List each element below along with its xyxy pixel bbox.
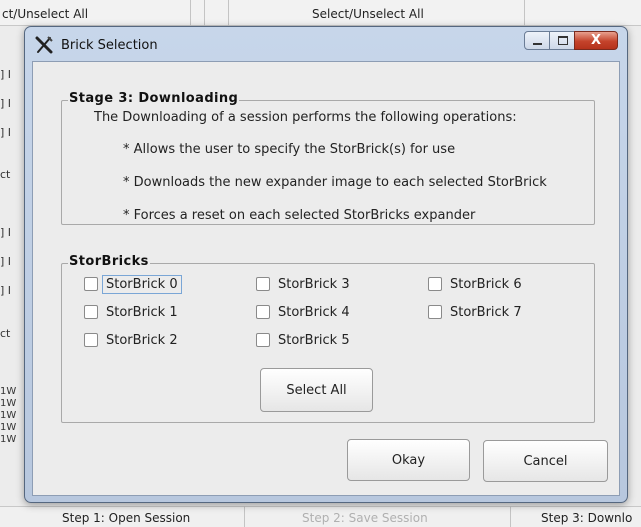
background-side-item: ] I — [0, 226, 12, 239]
storbrick-5-checkbox[interactable]: StorBrick 5 — [256, 331, 350, 349]
storbrick-4-label[interactable]: StorBrick 4 — [278, 305, 350, 320]
background-side-item: ct — [0, 168, 11, 181]
brick-selection-dialog: Brick Selection X Stage 3: Downloading T… — [24, 26, 628, 503]
storbrick-6-label[interactable]: StorBrick 6 — [450, 277, 522, 292]
background-select-unselect-left[interactable]: ct/Unselect All — [2, 7, 88, 21]
background-side-item: ct — [0, 327, 11, 340]
background-side-item: 1W — [0, 398, 17, 409]
storbrick-3-checkbox[interactable]: StorBrick 3 — [256, 275, 350, 293]
storbrick-2-checkbox[interactable]: StorBrick 2 — [84, 331, 178, 349]
checkbox-box[interactable] — [84, 305, 98, 319]
stage-bullet: * Allows the user to specify the StorBri… — [123, 142, 456, 157]
background-step-1[interactable]: Step 1: Open Session — [62, 511, 190, 525]
storbrick-0-label[interactable]: StorBrick 0 — [102, 274, 182, 294]
dialog-content: Stage 3: Downloading The Downloading of … — [32, 61, 620, 496]
background-side-item: 1W — [0, 422, 17, 433]
background-side-item: 1W — [0, 434, 17, 445]
background-select-unselect-center[interactable]: Select/Unselect All — [312, 7, 424, 21]
background-step-3[interactable]: Step 3: Downlo — [541, 511, 632, 525]
checkbox-box[interactable] — [256, 305, 270, 319]
stage-bullet: * Downloads the new expander image to ea… — [123, 175, 547, 190]
storbrick-6-checkbox[interactable]: StorBrick 6 — [428, 275, 522, 293]
checkbox-box[interactable] — [428, 277, 442, 291]
storbrick-2-label[interactable]: StorBrick 2 — [106, 333, 178, 348]
background-step-2: Step 2: Save Session — [302, 511, 428, 525]
background-divider — [510, 506, 511, 527]
close-icon: X — [590, 33, 602, 48]
storbrick-4-checkbox[interactable]: StorBrick 4 — [256, 303, 350, 321]
minimize-icon — [533, 43, 542, 45]
x-tool-icon — [35, 36, 53, 54]
background-divider — [524, 0, 525, 26]
cancel-button[interactable]: Cancel — [483, 440, 608, 482]
storbrick-0-checkbox[interactable]: StorBrick 0 — [84, 274, 182, 294]
background-divider — [228, 0, 229, 26]
background-side-item: ] I — [0, 97, 12, 110]
checkbox-box[interactable] — [256, 277, 270, 291]
window-controls: X — [524, 31, 618, 51]
stage-description: The Downloading of a session performs th… — [94, 110, 517, 125]
storbrick-3-label[interactable]: StorBrick 3 — [278, 277, 350, 292]
storbrick-1-checkbox[interactable]: StorBrick 1 — [84, 303, 178, 321]
checkbox-box[interactable] — [428, 305, 442, 319]
background-divider — [204, 0, 205, 26]
storbrick-7-checkbox[interactable]: StorBrick 7 — [428, 303, 522, 321]
minimize-button[interactable] — [524, 31, 550, 50]
select-all-button[interactable]: Select All — [260, 368, 373, 412]
storbricks-title: StorBricks — [68, 254, 150, 269]
stage-group: Stage 3: Downloading The Downloading of … — [61, 91, 595, 225]
stage-bullet: * Forces a reset on each selected StorBr… — [123, 208, 476, 223]
dialog-titlebar[interactable]: Brick Selection X — [25, 27, 627, 61]
okay-button[interactable]: Okay — [347, 439, 470, 481]
checkbox-box[interactable] — [84, 333, 98, 347]
background-side-item: ] I — [0, 255, 12, 268]
background-divider — [190, 0, 191, 26]
background-side-item: ] I — [0, 284, 12, 297]
background-toolbar: ct/Unselect All Select/Unselect All — [0, 0, 641, 26]
storbrick-5-label[interactable]: StorBrick 5 — [278, 333, 350, 348]
background-side-item: 1W — [0, 386, 17, 397]
maximize-button[interactable] — [549, 31, 575, 50]
storbrick-1-label[interactable]: StorBrick 1 — [106, 305, 178, 320]
checkbox-box[interactable] — [84, 277, 98, 291]
close-button[interactable]: X — [574, 31, 618, 50]
background-divider — [244, 506, 245, 527]
background-side-item: ] I — [0, 126, 12, 139]
checkbox-box[interactable] — [256, 333, 270, 347]
storbrick-7-label[interactable]: StorBrick 7 — [450, 305, 522, 320]
maximize-icon — [558, 36, 568, 45]
background-side-item: 1W — [0, 410, 17, 421]
stage-title: Stage 3: Downloading — [68, 91, 240, 106]
background-side-item: ] I — [0, 68, 12, 81]
dialog-title: Brick Selection — [61, 38, 158, 53]
storbricks-group: StorBricks StorBrick 0 StorBrick 1 StorB… — [61, 254, 595, 423]
